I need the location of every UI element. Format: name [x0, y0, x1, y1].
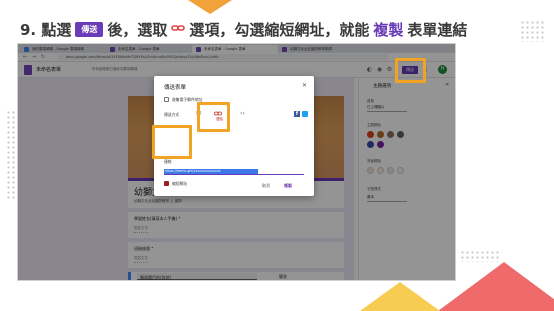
title-part: 選項，勾選縮短網址，就能	[189, 20, 370, 39]
copy-button[interactable]: 複製	[284, 183, 292, 189]
send-chip: 傳送	[75, 21, 104, 37]
link-field[interactable]: https://forms.gle/xxxxxxxxxxxxxx	[164, 169, 304, 175]
twitter-icon[interactable]	[302, 111, 308, 117]
embed-code-icon[interactable]: ‹›	[240, 111, 245, 117]
link-icon	[171, 22, 186, 37]
close-icon[interactable]: ✕	[302, 82, 307, 89]
shorten-url-label: 縮短網址	[172, 181, 188, 186]
facebook-icon[interactable]: f	[294, 111, 300, 117]
cancel-button[interactable]: 取消	[262, 183, 270, 189]
title-highlight: 複製	[373, 20, 404, 39]
decorative-triangle-orange	[188, 0, 232, 14]
collect-email-checkbox[interactable]	[164, 97, 169, 102]
decorative-triangle-yellow	[360, 282, 440, 311]
slide-title: 9. 點選 傳送 後，選取 選項，勾選縮短網址，就能 複製 表單連結	[20, 18, 467, 40]
title-part: 後，選取	[107, 20, 168, 39]
decorative-triangle-coral	[438, 262, 554, 311]
highlight-link-tab	[197, 102, 230, 132]
link-value[interactable]: https://forms.gle/xxxxxxxxxxxxxx	[164, 169, 258, 174]
decorative-dots	[460, 250, 500, 262]
send-via-label: 傳送方式	[164, 112, 180, 117]
decorative-dots	[520, 20, 546, 42]
browser-window: 我的雲端硬碟 - Google 雲端硬碟 未命名表單 - Google 表單 未…	[18, 44, 455, 280]
highlight-shorten-url	[152, 125, 192, 159]
title-step: 9. 點選	[20, 20, 72, 39]
highlight-send-button	[395, 58, 426, 83]
dialog-title: 傳送表單	[164, 85, 187, 91]
shorten-url-checkbox[interactable]	[164, 181, 169, 186]
title-tail: 表單連結	[407, 20, 468, 39]
link-section-label: 連結	[164, 159, 172, 164]
